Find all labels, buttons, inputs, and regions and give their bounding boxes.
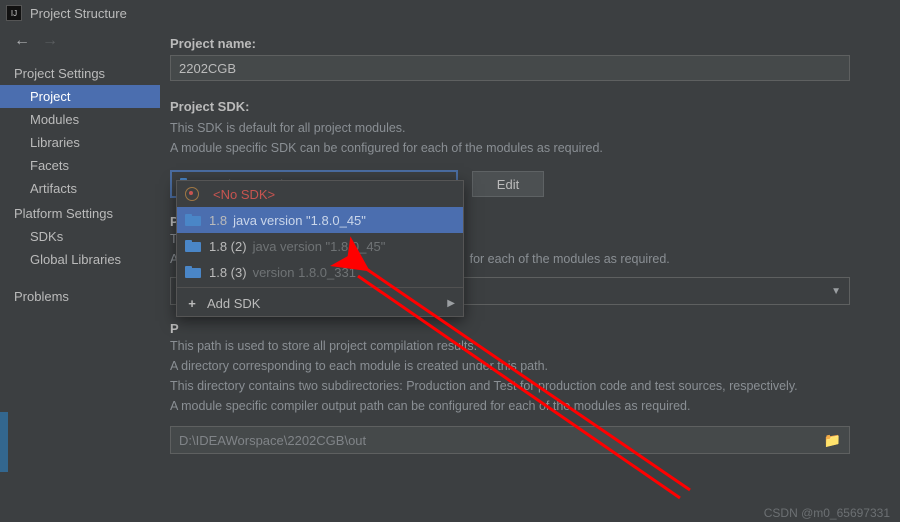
out-header-partial: P bbox=[170, 321, 874, 336]
sdk-opt3-name: 1.8 (3) bbox=[209, 265, 247, 280]
back-arrow-icon[interactable]: ← bbox=[14, 32, 30, 50]
sidebar-item-facets[interactable]: Facets bbox=[0, 154, 160, 177]
sidebar-item-artifacts[interactable]: Artifacts bbox=[0, 177, 160, 200]
out-desc-3: This directory contains two subdirectori… bbox=[170, 376, 874, 396]
sidebar-item-problems[interactable]: Problems bbox=[0, 285, 160, 308]
sdk-opt1-ver: java version "1.8.0_45" bbox=[233, 213, 366, 228]
compiler-output-path: D:\IDEAWorspace\2202CGB\out bbox=[179, 433, 366, 448]
section-project-settings: Project Settings bbox=[0, 60, 160, 85]
sdk-desc-1: This SDK is default for all project modu… bbox=[170, 118, 874, 138]
sidebar-item-project[interactable]: Project bbox=[0, 85, 160, 108]
nav-arrows: ← → bbox=[0, 26, 160, 60]
folder-icon bbox=[185, 214, 201, 226]
forward-arrow-icon[interactable]: → bbox=[42, 32, 58, 50]
sdk-option-3[interactable]: 1.8 (3) version 1.8.0_331 bbox=[177, 259, 463, 285]
sdk-opt1-name: 1.8 bbox=[209, 213, 227, 228]
project-name-label: Project name: bbox=[170, 36, 874, 51]
sdk-dropdown: <No SDK> 1.8 java version "1.8.0_45" 1.8… bbox=[176, 180, 464, 317]
sdk-desc-2: A module specific SDK can be configured … bbox=[170, 138, 874, 158]
chevron-down-icon: ▼ bbox=[831, 286, 841, 297]
project-sdk-label: Project SDK: bbox=[170, 99, 874, 114]
add-sdk-item[interactable]: + Add SDK ▶ bbox=[177, 290, 463, 316]
sdk-opt2-name: 1.8 (2) bbox=[209, 239, 247, 254]
folder-icon bbox=[185, 240, 201, 252]
sidebar: ← → Project Settings Project Modules Lib… bbox=[0, 26, 160, 502]
sidebar-item-global-libraries[interactable]: Global Libraries bbox=[0, 248, 160, 271]
folder-icon bbox=[185, 266, 201, 278]
dropdown-separator bbox=[177, 287, 463, 288]
compiler-output-field[interactable]: D:\IDEAWorspace\2202CGB\out 📁 bbox=[170, 426, 850, 454]
plus-icon: + bbox=[185, 296, 199, 311]
app-icon: IJ bbox=[6, 5, 22, 21]
out-desc-4: A module specific compiler output path c… bbox=[170, 396, 874, 416]
sdk-option-1[interactable]: 1.8 java version "1.8.0_45" bbox=[177, 207, 463, 233]
footer-credit: CSDN @m0_65697331 bbox=[764, 506, 890, 520]
sdk-option-2[interactable]: 1.8 (2) java version "1.8.0_45" bbox=[177, 233, 463, 259]
titlebar: IJ Project Structure bbox=[0, 0, 900, 26]
edit-button[interactable]: Edit bbox=[472, 171, 544, 197]
sidebar-item-modules[interactable]: Modules bbox=[0, 108, 160, 131]
no-sdk-icon bbox=[185, 187, 199, 201]
sdk-opt2-ver: java version "1.8.0_45" bbox=[253, 239, 386, 254]
out-desc-1: This path is used to store all project c… bbox=[170, 336, 874, 356]
sidebar-item-sdks[interactable]: SDKs bbox=[0, 225, 160, 248]
no-sdk-label: <No SDK> bbox=[213, 187, 275, 202]
add-sdk-label: Add SDK bbox=[207, 296, 260, 311]
window-title: Project Structure bbox=[30, 6, 127, 21]
sdk-opt3-ver: version 1.8.0_331 bbox=[253, 265, 356, 280]
chevron-right-icon: ▶ bbox=[447, 298, 455, 309]
out-desc-2: A directory corresponding to each module… bbox=[170, 356, 874, 376]
section-platform-settings: Platform Settings bbox=[0, 200, 160, 225]
browse-folder-icon[interactable]: 📁 bbox=[824, 432, 841, 449]
lang-level-tail: for each of the modules as required. bbox=[470, 252, 670, 266]
sidebar-item-libraries[interactable]: Libraries bbox=[0, 131, 160, 154]
project-name-input[interactable] bbox=[170, 55, 850, 81]
sdk-option-none[interactable]: <No SDK> bbox=[177, 181, 463, 207]
left-accent-strip bbox=[0, 412, 8, 472]
